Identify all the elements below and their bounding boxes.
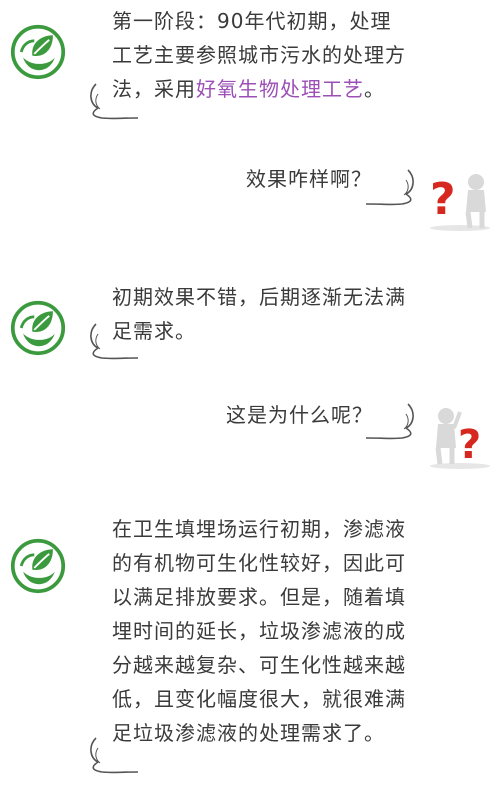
message-left-3: 在卫生填埋场运行初期，渗滤液 的有机物可生化性较好，因此可 以满足排放要求。但是… [112, 517, 406, 745]
leaf-logo-icon [10, 300, 66, 356]
bubble-tail-icon [84, 322, 144, 362]
question-person-icon: ? [430, 408, 490, 469]
bubble-tail-icon [84, 736, 144, 776]
message-left-1: 第一阶段：90年代初期，处理 工艺主要参照城市污水的处理方 法，采用好氧生物处理… [112, 9, 406, 101]
message-left-2: 初期效果不错，后期逐渐无法满 足需求。 [112, 285, 406, 343]
question-person-icon: ? [430, 174, 490, 231]
message-right-2: 这是为什么呢？ [226, 403, 373, 427]
message-right-1: 效果咋样啊？ [246, 167, 372, 191]
leaf-logo-icon [10, 538, 66, 594]
svg-text:?: ? [458, 422, 481, 468]
leaf-logo-icon [10, 24, 66, 80]
bubble-tail-icon [360, 402, 420, 442]
bubble-tail-icon [84, 82, 144, 122]
bubble-tail-icon [360, 168, 420, 208]
svg-text:?: ? [430, 174, 456, 225]
